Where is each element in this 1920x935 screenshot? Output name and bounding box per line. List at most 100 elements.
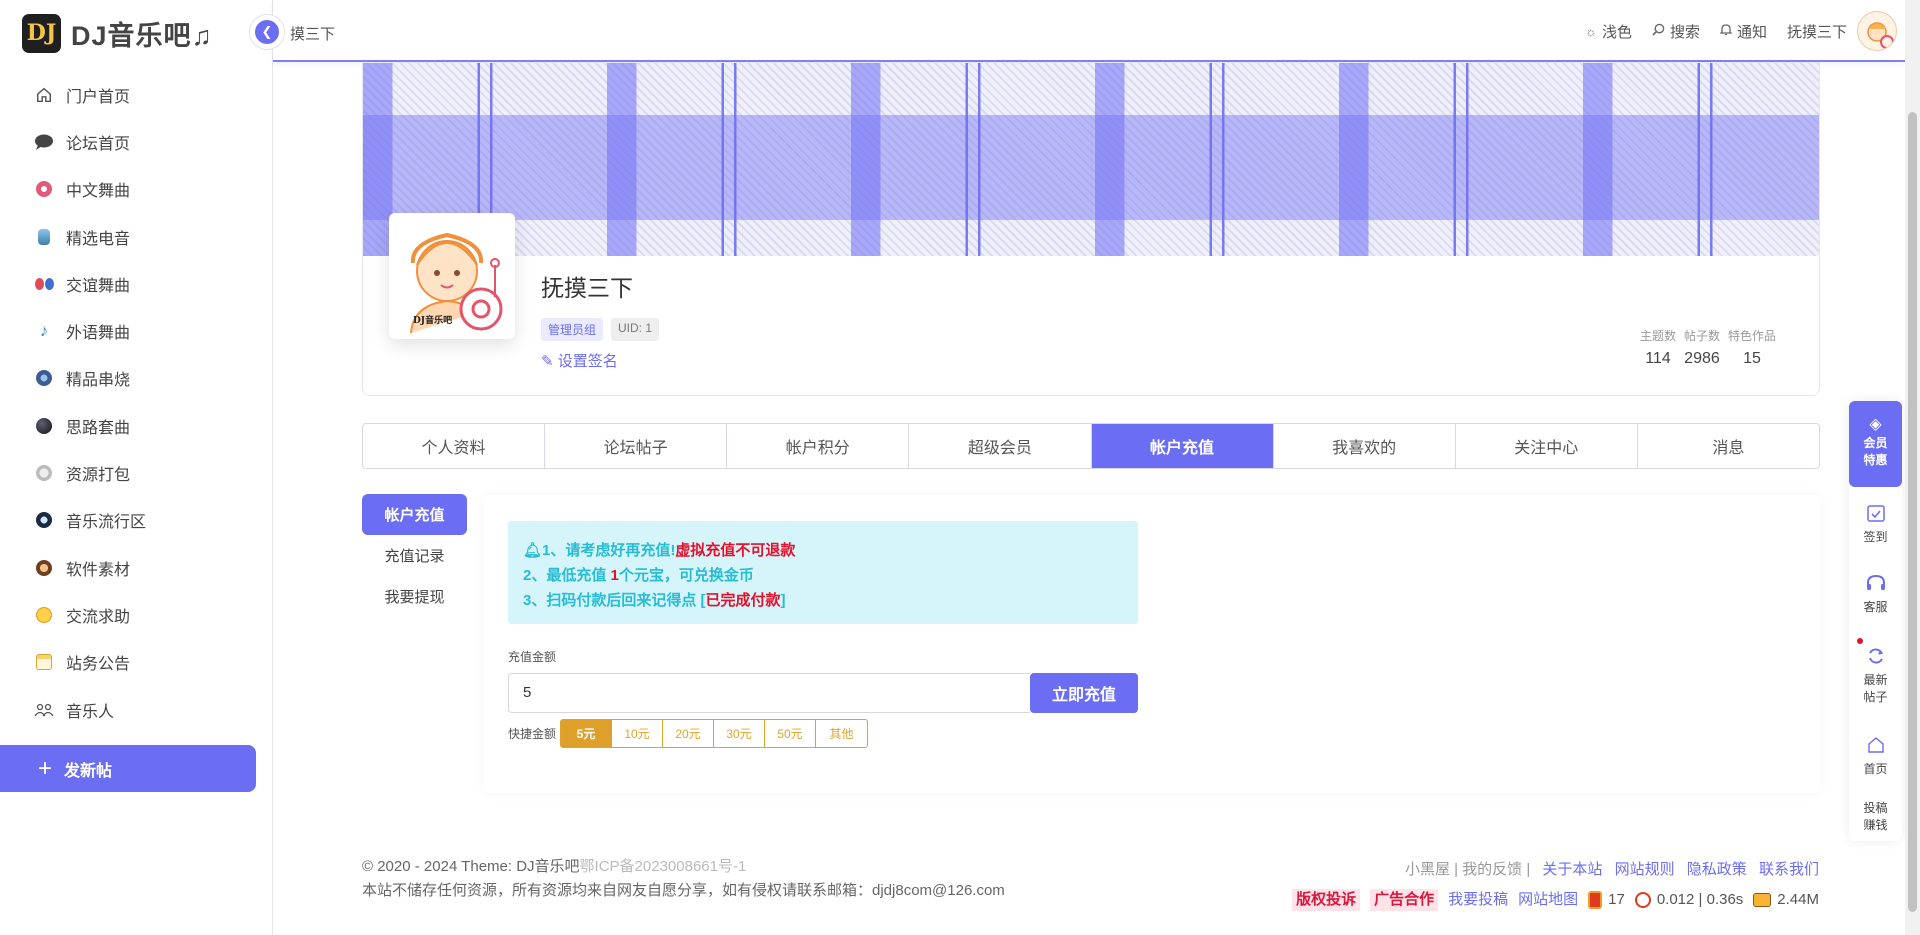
stat-value: 15	[1743, 350, 1761, 367]
quick-amount-50[interactable]: 50元	[765, 720, 817, 747]
footer-gray-links[interactable]: 小黑屋 | 我的反馈 |	[1405, 861, 1530, 878]
notice-warning: 虚拟充值不可退款	[675, 542, 796, 559]
sitemap-link[interactable]: 网站地图	[1518, 885, 1578, 915]
top-actions: ☼ 浅色 搜索 通知 抚摸三下	[1565, 0, 1897, 62]
stat-posts[interactable]: 帖子数 2986	[1684, 327, 1720, 368]
sidebar-item-software[interactable]: 软件素材	[0, 544, 273, 591]
earn-label-1: 投稿	[1863, 801, 1888, 815]
stat-value: 2986	[1684, 350, 1720, 367]
quick-amount-5[interactable]: 5元	[561, 720, 613, 747]
notice-warning: 已完成付款	[705, 592, 781, 609]
footer-privacy-link[interactable]: 隐私政策	[1687, 861, 1747, 878]
footer-about-link[interactable]: 关于本站	[1542, 861, 1602, 878]
scrollbar-thumb[interactable]	[1908, 112, 1917, 912]
stat-threads[interactable]: 主题数 114	[1640, 327, 1676, 368]
quick-amount-30[interactable]: 30元	[714, 720, 766, 747]
ad-cooperation-link[interactable]: 广告合作	[1370, 889, 1439, 911]
checkin-button[interactable]: 签到	[1849, 503, 1902, 546]
recharge-now-button[interactable]: 立即充值	[1030, 673, 1138, 713]
vip-offer-button[interactable]: ◈ 会员 特惠	[1849, 401, 1902, 487]
menu-withdraw[interactable]: 我要提现	[362, 576, 467, 617]
submit-link[interactable]: 我要投稿	[1448, 885, 1508, 915]
home-button[interactable]: 首页	[1849, 735, 1902, 778]
profile-tabs: 个人资料 论坛帖子 帐户积分 超级会员 帐户充值 我喜欢的 关注中心 消息	[362, 423, 1820, 469]
sidebar-item-portal-home[interactable]: 门户首页	[0, 71, 273, 118]
quick-amount-label: 快捷金额	[508, 727, 557, 741]
search-label: 搜索	[1669, 23, 1700, 41]
top-bar: ❮ 摸三下 ☼ 浅色 搜索 通知 抚摸三下	[249, 0, 1905, 62]
tab-favorites[interactable]: 我喜欢的	[1274, 424, 1456, 468]
chevron-left-icon: ❮	[255, 20, 279, 44]
theme-toggle[interactable]: ☼ 浅色	[1585, 21, 1632, 42]
note-icon: ♪	[39, 321, 49, 341]
tab-forum-posts[interactable]: 论坛帖子	[545, 424, 728, 468]
sidebar-item-suite[interactable]: 思路套曲	[0, 402, 273, 449]
tab-messages[interactable]: 消息	[1638, 424, 1819, 468]
amount-input[interactable]: 5	[508, 673, 1030, 713]
sidebar-item-pop[interactable]: 音乐流行区	[0, 497, 273, 544]
notify-button[interactable]: 通知	[1719, 21, 1767, 42]
sidebar-item-help[interactable]: 交流求助	[0, 591, 273, 638]
menu-recharge[interactable]: 帐户充值	[362, 494, 467, 535]
quick-amount-other[interactable]: 其他	[816, 720, 867, 747]
sidebar-item-forum-home[interactable]: 论坛首页	[0, 118, 273, 165]
sidebar-item-chinese-dance[interactable]: 中文舞曲	[0, 166, 273, 213]
tab-follow[interactable]: 关注中心	[1456, 424, 1638, 468]
copyright-complaint-link[interactable]: 版权投诉	[1292, 889, 1361, 911]
sidebar-item-package[interactable]: 资源打包	[0, 449, 273, 496]
sidebar-item-announcement[interactable]: 站务公告	[0, 639, 273, 686]
stat-works[interactable]: 特色作品 15	[1728, 327, 1776, 368]
earn-button[interactable]: 投稿 赚钱	[1849, 800, 1902, 834]
site-title: DJ音乐吧♫	[71, 20, 213, 51]
sidebar-item-label: 精品串烧	[66, 372, 131, 390]
footer-copyright-line: © 2020 - 2024 Theme: DJ音乐吧鄂ICP备202300866…	[362, 855, 1005, 879]
sidebar-item-label: 交谊舞曲	[66, 277, 131, 295]
sidebar-collapse-button[interactable]: ❮	[249, 14, 285, 50]
tab-vip[interactable]: 超级会员	[909, 424, 1092, 468]
chat-bubble-icon	[34, 132, 54, 152]
stat-label: 帖子数	[1683, 329, 1720, 343]
quick-amount-10[interactable]: 10元	[612, 720, 664, 747]
sidebar-item-musicians[interactable]: 音乐人	[0, 686, 273, 733]
set-signature-link[interactable]: ✎ 设置签名	[541, 350, 618, 371]
notice-line-1: 🔔︎1、请考虑好再充值!虚拟充值不可退款	[523, 538, 1123, 563]
query-count: 17	[1608, 891, 1625, 908]
tab-points[interactable]: 帐户积分	[727, 424, 910, 468]
floating-toolbar: ◈ 会员 特惠 签到 客服 最新 帖子 首页 投稿 赚钱	[1849, 401, 1902, 841]
uid-badge: UID: 1	[611, 318, 660, 341]
customer-service-button[interactable]: 客服	[1849, 573, 1902, 616]
sidebar-item-foreign[interactable]: ♪ 外语舞曲	[0, 307, 273, 354]
profile-avatar[interactable]: DJ音乐吧	[389, 213, 515, 339]
tab-profile[interactable]: 个人资料	[363, 424, 546, 468]
sidebar-item-medley[interactable]: 精品串烧	[0, 355, 273, 402]
group-badge[interactable]: 管理员组	[541, 318, 604, 341]
page-scrollbar[interactable]	[1905, 0, 1920, 935]
memory-icon	[1753, 893, 1772, 907]
search-button[interactable]: 搜索	[1652, 21, 1700, 42]
latest-posts-button[interactable]: 最新 帖子	[1849, 646, 1902, 706]
sidebar-item-ballroom[interactable]: 交谊舞曲	[0, 260, 273, 307]
headset-icon	[1865, 573, 1887, 595]
sidebar-item-label: 站务公告	[66, 656, 131, 674]
new-post-button[interactable]: + 发新帖	[0, 745, 256, 792]
icp-link[interactable]: 鄂ICP备2023008661号-1	[580, 858, 747, 875]
footer-links: 小黑屋 | 我的反馈 | 关于本站 网站规则 隐私政策 联系我们	[1282, 855, 1819, 885]
help-icon	[34, 605, 54, 625]
earn-label-2: 赚钱	[1863, 818, 1888, 832]
sidebar-item-label: 精选电音	[66, 230, 131, 248]
sidebar-item-electronic[interactable]: 精选电音	[0, 213, 273, 260]
footer-contact-link[interactable]: 联系我们	[1759, 861, 1819, 878]
sidebar-item-label: 音乐流行区	[66, 514, 147, 532]
recharge-panel: 🔔︎1、请考虑好再充值!虚拟充值不可退款 2、最低充值 1个元宝，可兑换金币 3…	[484, 495, 1820, 793]
menu-recharge-history[interactable]: 充值记录	[362, 535, 467, 576]
bell-icon: 🔔︎	[523, 542, 543, 559]
username: 抚摸三下	[1786, 23, 1847, 41]
profile-name: 抚摸三下	[541, 275, 633, 301]
footer-rules-link[interactable]: 网站规则	[1615, 861, 1675, 878]
quick-amount-options: 5元 10元 20元 30元 50元 其他	[560, 719, 869, 748]
quick-amount-20[interactable]: 20元	[663, 720, 715, 747]
footer-left: © 2020 - 2024 Theme: DJ音乐吧鄂ICP备202300866…	[362, 855, 1005, 903]
user-menu[interactable]: 抚摸三下	[1787, 11, 1897, 51]
site-logo[interactable]: DJ DJ音乐吧♫	[22, 13, 213, 53]
tab-recharge[interactable]: 帐户充值	[1091, 424, 1274, 468]
